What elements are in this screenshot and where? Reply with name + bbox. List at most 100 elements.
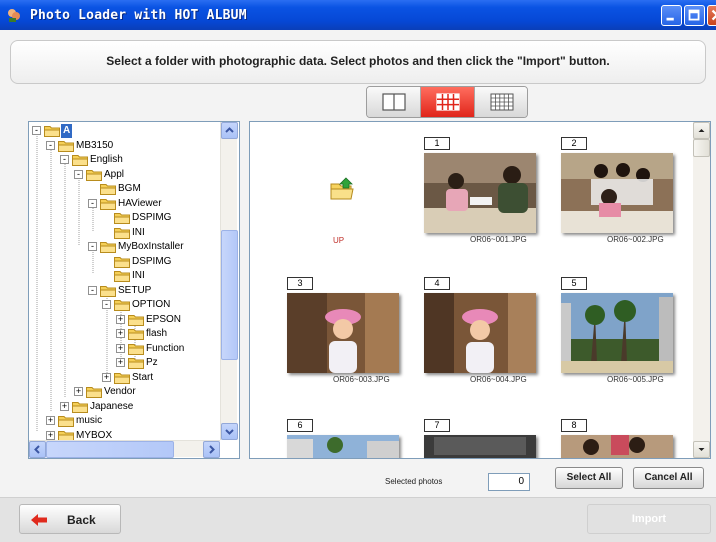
folder-icon [100, 242, 116, 253]
photo-item[interactable]: 4 OR06~004.JPG [424, 277, 536, 384]
photo-number: 1 [424, 137, 450, 150]
cancel-all-button[interactable]: Cancel All [633, 467, 704, 489]
medium-grid-button[interactable] [421, 87, 475, 117]
maximize-button[interactable] [684, 5, 705, 26]
back-label: Back [67, 513, 96, 527]
collapse-icon[interactable]: - [46, 140, 55, 150]
tree-horizontal-scrollbar[interactable] [29, 440, 220, 458]
single-view-button[interactable] [367, 87, 421, 117]
selected-photos-label: Selected photos [385, 477, 443, 486]
expand-icon[interactable]: + [60, 401, 69, 411]
expand-icon[interactable]: + [116, 358, 125, 367]
tree-node-label: INI [132, 270, 145, 281]
photo-number: 2 [561, 137, 587, 150]
tree-node-label: DSPIMG [132, 212, 172, 223]
tree-node-label: Japanese [90, 400, 134, 412]
folder-icon [100, 184, 116, 195]
photo-item[interactable]: 7 [424, 419, 536, 458]
tree-node-label: Appl [104, 168, 125, 180]
tree-node-label: DSPIMG [132, 255, 172, 267]
tree-node-label: HAViewer [118, 197, 162, 209]
photo-thumbnail [287, 293, 399, 373]
photo-vertical-scrollbar[interactable] [693, 122, 710, 458]
photo-grid: UP 1 OR06~001.JPG 2 OR06~002.JPG 3 OR06~… [249, 121, 711, 459]
chevron-up-icon [225, 127, 234, 133]
tree-node-label: MB3150 [76, 139, 114, 151]
collapse-icon[interactable]: - [102, 300, 111, 309]
collapse-icon[interactable]: - [32, 126, 41, 135]
photo-thumbnail [561, 153, 673, 233]
collapse-icon[interactable]: - [60, 155, 69, 164]
folder-icon [100, 285, 116, 297]
expand-icon[interactable]: + [74, 387, 83, 396]
folder-up-icon[interactable] [329, 177, 355, 201]
expand-icon[interactable]: + [116, 314, 125, 324]
photo-filename: OR06~002.JPG [607, 235, 664, 244]
folder-icon [86, 169, 102, 181]
folder-icon [128, 358, 144, 369]
photo-thumbnail [424, 153, 536, 233]
close-button[interactable] [707, 5, 716, 26]
medium-grid-icon [436, 93, 460, 111]
tree-scroll-down-button[interactable] [221, 423, 238, 440]
photo-item[interactable]: 2 OR06~002.JPG [561, 137, 673, 244]
photo-item[interactable]: 1 OR06~001.JPG [424, 137, 536, 244]
select-all-button[interactable]: Select All [555, 467, 623, 489]
expand-icon[interactable]: + [46, 416, 55, 425]
photo-number: 3 [287, 277, 313, 290]
large-grid-icon [490, 93, 514, 111]
single-view-icon [382, 93, 406, 111]
photo-number: 5 [561, 277, 587, 290]
expand-icon[interactable]: + [102, 372, 111, 382]
photo-item[interactable]: 5 OR06~005.JPG [561, 277, 673, 384]
minimize-button[interactable] [661, 5, 682, 26]
back-button[interactable]: Back [19, 504, 121, 534]
expand-icon[interactable]: + [46, 430, 55, 440]
window-title: Photo Loader with HOT ALBUM [30, 8, 247, 23]
large-grid-button[interactable] [475, 87, 527, 117]
folder-icon [58, 416, 74, 427]
tree-scroll-up-button[interactable] [221, 122, 238, 139]
photo-number: 8 [561, 419, 587, 432]
collapse-icon[interactable]: - [88, 285, 97, 295]
collapse-icon[interactable]: - [88, 198, 97, 208]
maximize-icon [688, 9, 700, 21]
tree-hscroll-thumb[interactable] [46, 441, 174, 458]
tree-node-label: EPSON [146, 313, 182, 325]
expand-icon[interactable]: + [116, 329, 125, 338]
import-button[interactable]: Import [587, 504, 711, 534]
tree-node-label: Start [132, 371, 154, 383]
folder-icon [44, 126, 60, 137]
photo-filename: OR06~005.JPG [607, 375, 664, 384]
photo-scroll-thumb[interactable] [693, 139, 710, 157]
folder-icon [128, 329, 144, 340]
photo-thumbnail [424, 435, 536, 458]
photo-item[interactable]: 6 [287, 419, 399, 458]
tree-scroll-right-button[interactable] [203, 441, 220, 458]
folder-icon [128, 343, 144, 355]
folder-icon [86, 387, 102, 398]
app-icon [8, 9, 20, 22]
chevron-left-icon [34, 445, 40, 454]
expand-icon[interactable]: + [116, 343, 125, 353]
tree-vertical-scrollbar[interactable] [220, 122, 238, 440]
photo-number: 7 [424, 419, 450, 432]
folder-icon [58, 140, 74, 152]
photo-item[interactable]: 8 [561, 419, 673, 458]
tree-node-label: INI [132, 226, 145, 238]
photo-scroll-down-button[interactable] [693, 441, 710, 458]
photo-item[interactable]: 3 OR06~003.JPG [287, 277, 399, 384]
photo-scroll-up-button[interactable] [693, 122, 710, 139]
folder-icon [114, 300, 130, 311]
tree-node-label: MyBoxInstaller [118, 241, 184, 252]
photo-number: 4 [424, 277, 450, 290]
collapse-icon[interactable]: - [88, 242, 97, 251]
collapse-icon[interactable]: - [74, 169, 83, 179]
tree-node-label: SETUP [118, 284, 152, 296]
chevron-down-icon [698, 448, 705, 451]
instruction-text: Select a folder with photographic data. … [106, 54, 610, 68]
tree-node-label: flash [146, 328, 168, 339]
tree-scroll-thumb[interactable] [221, 230, 238, 360]
minimize-icon [666, 17, 674, 21]
tree-scroll-left-button[interactable] [29, 441, 46, 458]
